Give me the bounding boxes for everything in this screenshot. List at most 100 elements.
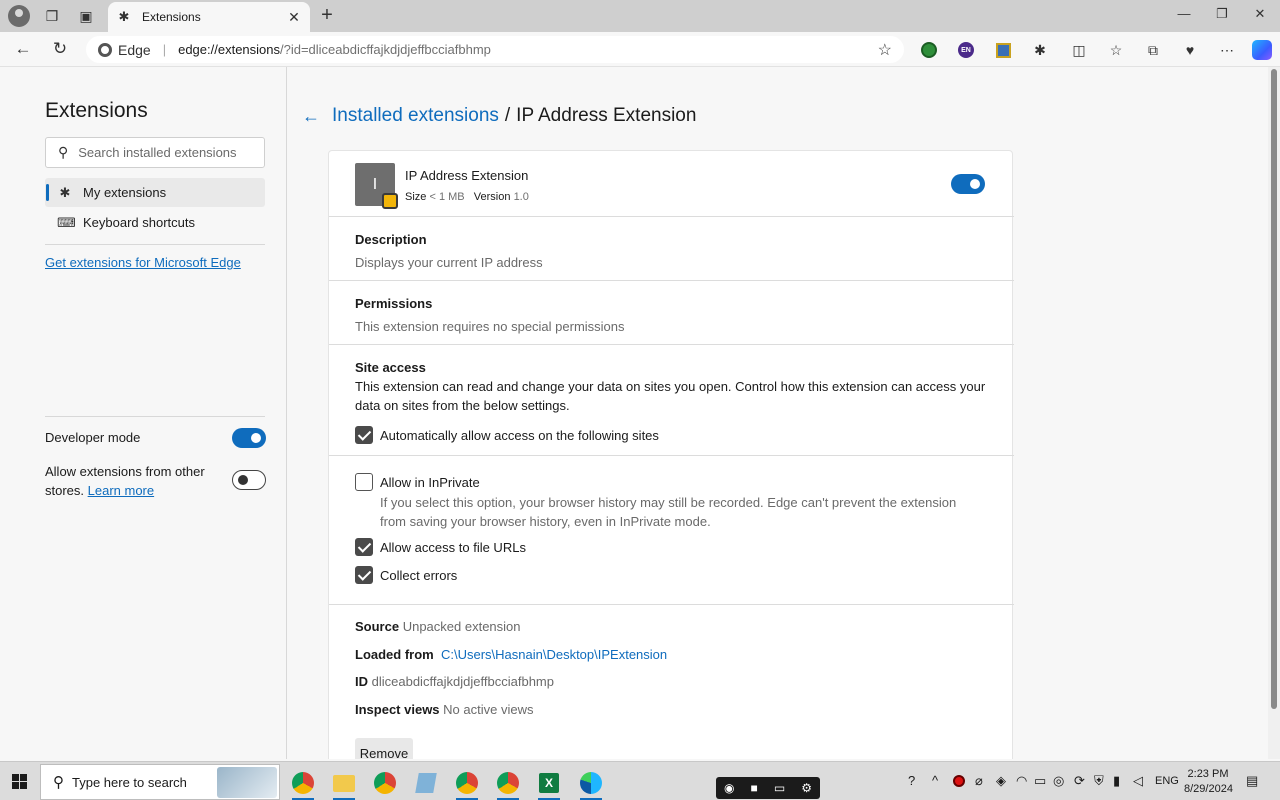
extension-enabled-toggle[interactable] xyxy=(951,174,985,194)
sidebar-title: Extensions xyxy=(45,99,148,122)
file-urls-checkbox[interactable] xyxy=(355,538,373,556)
permissions-text: This extension requires no special permi… xyxy=(355,319,625,334)
page-scrollbar[interactable] xyxy=(1268,67,1280,759)
network-icon[interactable]: ◈ xyxy=(996,773,1006,789)
description-text: Displays your current IP address xyxy=(355,255,543,270)
get-extensions-link[interactable]: Get extensions for Microsoft Edge xyxy=(45,255,241,270)
minimize-button[interactable]: — xyxy=(1172,6,1196,26)
video-icon[interactable]: ■ xyxy=(751,781,758,795)
sidebar-item-keyboard-shortcuts[interactable]: ⌨ Keyboard shortcuts xyxy=(45,208,265,237)
copilot-icon[interactable] xyxy=(1252,40,1272,60)
source-label: Source xyxy=(355,619,400,634)
learn-more-link[interactable]: Learn more xyxy=(88,483,154,498)
sync-icon[interactable]: ⟳ xyxy=(1074,773,1085,789)
search-input[interactable] xyxy=(78,145,249,160)
inprivate-help-text: If you select this option, your browser … xyxy=(380,495,957,529)
breadcrumb-installed-extensions-link[interactable]: Installed extensions xyxy=(332,105,499,127)
taskbar-search-text: Type here to search xyxy=(72,774,187,790)
favorites-icon[interactable]: ☆ xyxy=(1106,40,1126,60)
globe-extension-icon[interactable] xyxy=(919,40,939,60)
chrome-profile-icon[interactable] xyxy=(450,766,484,800)
image-extension-icon[interactable] xyxy=(993,40,1013,60)
chevron-up-icon[interactable]: ^ xyxy=(932,773,938,788)
version-label: Version xyxy=(473,191,511,203)
meet-now-icon[interactable]: ⌀ xyxy=(975,773,983,789)
gear-icon[interactable]: ⚙ xyxy=(801,781,812,795)
taskbar-search[interactable]: ⚲ Type here to search xyxy=(40,764,280,800)
clock[interactable]: 2:23 PM 8/29/2024 xyxy=(1184,767,1233,797)
description-title: Description xyxy=(355,232,427,247)
display-icon[interactable]: ▭ xyxy=(1034,773,1046,789)
chrome-tray-icon[interactable]: ◎ xyxy=(1053,773,1064,789)
chrome-profile-icon[interactable] xyxy=(491,766,525,800)
notifications-icon[interactable]: ▤ xyxy=(1246,773,1258,789)
chrome-app-icon[interactable] xyxy=(286,766,320,800)
inprivate-checkbox[interactable] xyxy=(355,473,373,491)
back-button[interactable]: ← xyxy=(11,38,35,60)
extension-tile-letter: I xyxy=(372,175,378,193)
window-icon[interactable]: ▭ xyxy=(774,781,785,795)
file-explorer-icon[interactable] xyxy=(327,766,361,800)
loaded-from-link[interactable]: C:\Users\Hasnain\Desktop\IPExtension xyxy=(441,647,667,662)
file-urls-label: Allow access to file URLs xyxy=(380,540,526,555)
language-indicator[interactable]: ENG xyxy=(1155,775,1179,787)
profile-avatar[interactable] xyxy=(8,5,30,27)
auto-allow-label: Automatically allow access on the follow… xyxy=(380,428,659,443)
collections-icon[interactable]: ⧉ xyxy=(1143,40,1163,60)
breadcrumb-current: IP Address Extension xyxy=(516,105,697,126)
search-icon: ⚲ xyxy=(53,774,64,791)
more-menu-icon[interactable]: ⋯ xyxy=(1217,40,1237,60)
edge-app-icon[interactable] xyxy=(574,766,608,800)
back-arrow-icon[interactable]: ← xyxy=(302,106,320,127)
allow-other-stores-toggle[interactable] xyxy=(232,470,266,490)
chrome-app-icon[interactable] xyxy=(368,766,402,800)
favorite-star-icon[interactable]: ☆ xyxy=(878,40,892,60)
workspaces-icon[interactable]: ❐ xyxy=(41,6,63,26)
language-extension-icon[interactable]: EN xyxy=(956,40,976,60)
collect-errors-label: Collect errors xyxy=(380,568,458,583)
inspect-views-row: Inspect views No active views xyxy=(355,702,533,717)
extension-header: I IP Address Extension Size < 1 MB Versi… xyxy=(329,151,1014,217)
search-box[interactable]: ⚲ xyxy=(45,137,265,168)
browser-essentials-icon[interactable]: ♥ xyxy=(1180,40,1200,60)
volume-icon[interactable]: ◁ xyxy=(1133,773,1143,789)
tab-extensions[interactable]: ✱ Extensions ✕ xyxy=(108,2,310,32)
auto-allow-checkbox[interactable] xyxy=(355,426,373,444)
battery-icon[interactable]: ▮ xyxy=(1113,773,1120,789)
address-bar[interactable]: Edge | edge://extensions /?id=dliceabdic… xyxy=(86,36,904,63)
collect-errors-checkbox[interactable] xyxy=(355,566,373,584)
refresh-button[interactable]: ↻ xyxy=(48,38,72,60)
excel-app-icon[interactable]: X xyxy=(532,766,566,800)
breadcrumb-separator: / xyxy=(504,105,511,126)
developer-mode-toggle[interactable] xyxy=(232,428,266,448)
extension-tile-icon: I xyxy=(355,163,398,209)
sidebar-item-my-extensions[interactable]: ✱ My extensions xyxy=(45,178,265,207)
site-access-title: Site access xyxy=(355,360,426,375)
clock-time: 2:23 PM xyxy=(1187,768,1229,780)
source-row: Source Unpacked extension xyxy=(355,619,521,634)
description-section: Description Displays your current IP add… xyxy=(329,217,1014,281)
reader-app-icon[interactable] xyxy=(409,766,443,800)
title-bar: ❐ ▣ ✱ Extensions ✕ + — ❐ ✕ xyxy=(0,0,1280,32)
site-access-text: This extension can read and change your … xyxy=(355,379,986,413)
security-icon[interactable]: ⛨ xyxy=(1094,773,1104,789)
remove-button[interactable]: Remove xyxy=(355,738,413,759)
record-icon[interactable] xyxy=(953,775,965,787)
puzzle-icon: ✱ xyxy=(118,9,130,24)
scrollbar-thumb[interactable] xyxy=(1271,69,1277,709)
camera-icon[interactable]: ◉ xyxy=(724,781,734,795)
split-screen-icon[interactable]: ◫ xyxy=(1069,40,1089,60)
vertical-tabs-icon[interactable]: ▣ xyxy=(75,6,97,26)
new-tab-button[interactable]: + xyxy=(316,5,338,27)
wifi-icon[interactable]: ◠ xyxy=(1016,773,1027,789)
extension-details-pane: ← Installed extensions / IP Address Exte… xyxy=(288,67,1268,759)
inspect-views-value: No active views xyxy=(443,702,534,717)
close-window-button[interactable]: ✕ xyxy=(1248,6,1272,26)
search-highlight-image xyxy=(217,767,277,798)
windows-start-icon[interactable] xyxy=(12,774,27,789)
close-tab-icon[interactable]: ✕ xyxy=(286,9,302,26)
extensions-icon[interactable]: ✱ xyxy=(1030,40,1050,60)
breadcrumb: ← Installed extensions / IP Address Exte… xyxy=(302,105,696,127)
restore-button[interactable]: ❐ xyxy=(1210,6,1234,26)
help-icon[interactable]: ? xyxy=(908,773,915,788)
